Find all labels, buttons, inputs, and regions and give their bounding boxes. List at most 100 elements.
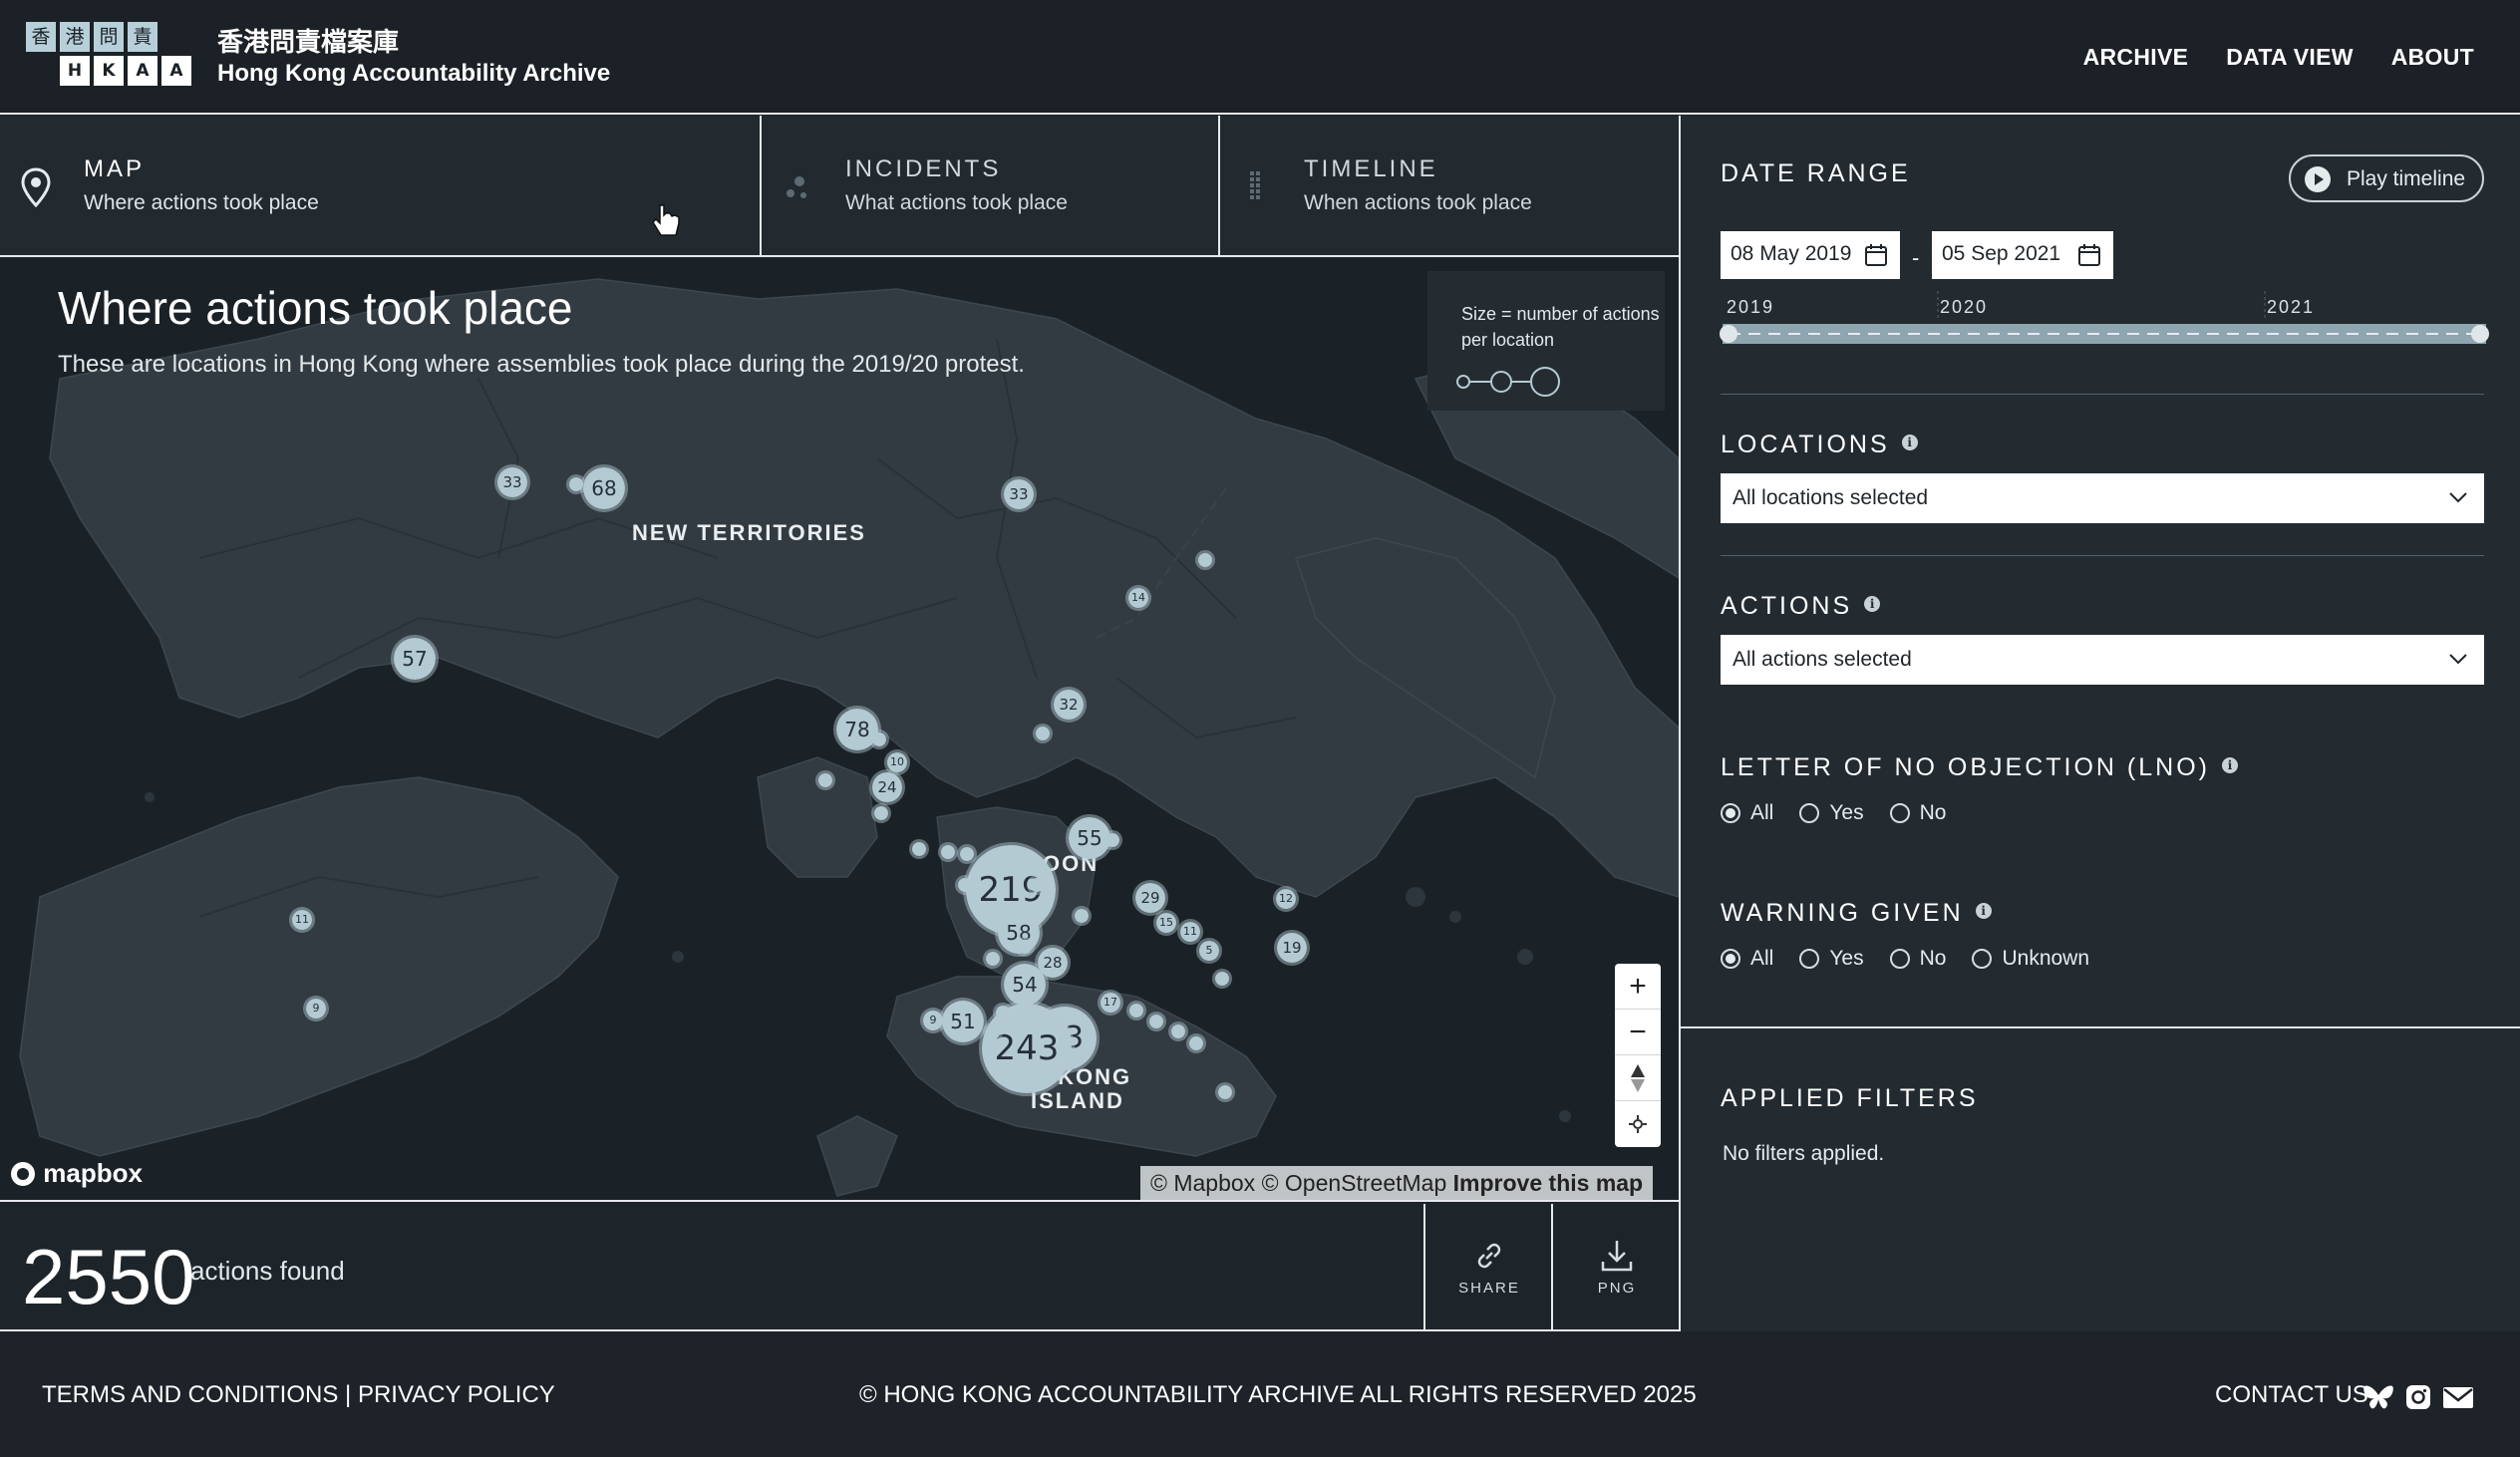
zoom-in-button[interactable]: +	[1615, 964, 1661, 1010]
lno-title: LETTER OF NO OBJECTION (LNO) i	[1721, 753, 2238, 782]
location-cluster[interactable]: 14	[1125, 585, 1151, 611]
actions-value: All actions selected	[1732, 648, 1912, 671]
radio-button[interactable]	[1889, 803, 1910, 823]
radio-button[interactable]	[1721, 949, 1740, 969]
attribution-mapbox-link[interactable]: © Mapbox	[1150, 1170, 1255, 1196]
lno-option-all[interactable]: All	[1721, 801, 1773, 825]
geolocate-button[interactable]	[1615, 1101, 1661, 1147]
end-date-value: 05 Sep 2021	[1942, 242, 2061, 265]
location-cluster[interactable]	[938, 842, 958, 862]
location-cluster[interactable]	[1015, 937, 1035, 957]
radio-button[interactable]	[1799, 949, 1820, 969]
location-cluster[interactable]	[1102, 830, 1122, 850]
warning-title-text: WARNING GIVEN	[1721, 899, 1964, 927]
location-cluster[interactable]	[815, 770, 835, 790]
site-title-en[interactable]: Hong Kong Accountability Archive	[217, 60, 610, 88]
mapbox-logo[interactable]: mapbox	[10, 1158, 143, 1189]
info-icon[interactable]: i	[1864, 596, 1881, 612]
location-cluster[interactable]: 19	[1274, 930, 1310, 966]
info-icon[interactable]: i	[2221, 757, 2238, 773]
lno-option-yes[interactable]: Yes	[1799, 801, 1864, 825]
location-cluster[interactable]	[993, 1003, 1013, 1022]
end-date-input[interactable]: 05 Sep 2021	[1932, 231, 2113, 279]
warning-option-unknown[interactable]: Unknown	[1972, 947, 2089, 971]
location-cluster[interactable]: 68	[580, 464, 628, 512]
location-cluster[interactable]: 33	[1001, 476, 1037, 512]
location-cluster[interactable]	[1126, 1001, 1146, 1020]
location-cluster[interactable]	[871, 803, 891, 823]
location-cluster[interactable]	[1215, 1082, 1235, 1102]
radio-button[interactable]	[1889, 949, 1910, 969]
location-cluster[interactable]	[1146, 1012, 1166, 1031]
improve-map-link[interactable]: Improve this map	[1453, 1170, 1643, 1196]
location-cluster[interactable]	[869, 729, 889, 749]
mail-icon[interactable]	[2442, 1383, 2474, 1411]
location-cluster[interactable]: 12	[1273, 886, 1299, 912]
location-cluster[interactable]: 17	[1098, 990, 1123, 1016]
results-count: 2550	[22, 1233, 195, 1320]
location-cluster[interactable]: 24	[869, 769, 905, 805]
location-cluster[interactable]	[983, 949, 1003, 969]
png-label: PNG	[1597, 1280, 1637, 1297]
location-cluster[interactable]: 15	[1153, 910, 1179, 936]
location-cluster[interactable]	[955, 875, 975, 895]
site-title-zh[interactable]: 香港問責檔案庫	[217, 22, 399, 59]
slider-start-handle[interactable]	[1720, 325, 1737, 343]
map-canvas[interactable]: Where actions took place These are locat…	[0, 259, 1679, 1202]
lno-option-no[interactable]: No	[1889, 801, 1946, 825]
location-cluster[interactable]: 57	[391, 635, 439, 683]
info-icon[interactable]: i	[1901, 435, 1918, 450]
nav-data-view-link[interactable]: DATA VIEW	[2226, 44, 2353, 71]
start-date-input[interactable]: 08 May 2019	[1721, 231, 1900, 279]
warning-option-yes[interactable]: Yes	[1799, 947, 1864, 971]
hkaa-logo[interactable]: 香 港 問 責 H K A A	[26, 22, 191, 88]
play-timeline-button[interactable]: Play timeline	[2289, 154, 2484, 202]
location-cluster[interactable]: 9	[303, 996, 329, 1021]
location-cluster[interactable]	[909, 839, 929, 859]
slider-end-handle[interactable]	[2471, 325, 2489, 343]
bluesky-icon[interactable]	[2362, 1383, 2394, 1411]
radio-button[interactable]	[1799, 803, 1820, 823]
location-cluster[interactable]	[1033, 724, 1053, 743]
info-icon[interactable]: i	[1975, 903, 1992, 919]
privacy-link[interactable]: PRIVACY POLICY	[358, 1381, 555, 1408]
map-heading: Where actions took place	[58, 282, 573, 334]
lno-title-text: LETTER OF NO OBJECTION (LNO)	[1721, 753, 2210, 781]
share-button[interactable]: SHARE	[1423, 1204, 1551, 1329]
location-cluster[interactable]	[1027, 875, 1047, 895]
map-attribution: © Mapbox © OpenStreetMap Improve this ma…	[1140, 1166, 1654, 1200]
start-date-value: 08 May 2019	[1731, 242, 1852, 265]
warning-option-all[interactable]: All	[1721, 947, 1773, 971]
location-cluster[interactable]	[1195, 550, 1215, 570]
location-cluster[interactable]	[1212, 969, 1232, 989]
actions-select[interactable]: All actions selected	[1721, 635, 2484, 685]
location-cluster[interactable]	[1186, 1033, 1206, 1053]
warning-option-no[interactable]: No	[1889, 947, 1946, 971]
location-cluster[interactable]: 33	[494, 464, 530, 500]
attribution-osm-link[interactable]: © OpenStreetMap	[1262, 1170, 1447, 1196]
nav-about-link[interactable]: ABOUT	[2391, 44, 2474, 71]
location-cluster[interactable]	[1072, 906, 1092, 926]
terms-link[interactable]: TERMS AND CONDITIONS	[42, 1381, 338, 1408]
compass-button[interactable]	[1615, 1055, 1661, 1101]
nav-archive-link[interactable]: ARCHIVE	[2083, 44, 2189, 71]
radio-button[interactable]	[1721, 803, 1740, 823]
location-cluster[interactable]	[983, 1022, 1003, 1042]
footer-legal-links: TERMS AND CONDITIONS | PRIVACY POLICY	[42, 1381, 555, 1409]
contact-link[interactable]: CONTACT US	[2215, 1381, 2368, 1409]
date-range-slider[interactable]	[1711, 291, 2494, 351]
tab-timeline[interactable]: TIMELINE When actions took place	[1220, 116, 1679, 255]
tab-incidents[interactable]: INCIDENTS What actions took place	[762, 116, 1220, 255]
location-cluster[interactable]	[1168, 1021, 1188, 1041]
instagram-icon[interactable]	[2404, 1383, 2432, 1411]
location-cluster[interactable]: 11	[289, 907, 315, 933]
radio-label: All	[1750, 947, 1774, 970]
tab-map[interactable]: MAP Where actions took place	[0, 116, 762, 255]
locations-select[interactable]: All locations selected	[1721, 473, 2484, 523]
png-download-button[interactable]: PNG	[1551, 1204, 1679, 1329]
zoom-out-button[interactable]: −	[1615, 1010, 1661, 1055]
location-cluster[interactable]: 5	[1196, 938, 1222, 964]
size-legend: Size = number of actions per location	[1427, 271, 1665, 411]
location-cluster[interactable]: 32	[1051, 687, 1087, 723]
radio-button[interactable]	[1972, 949, 1993, 969]
